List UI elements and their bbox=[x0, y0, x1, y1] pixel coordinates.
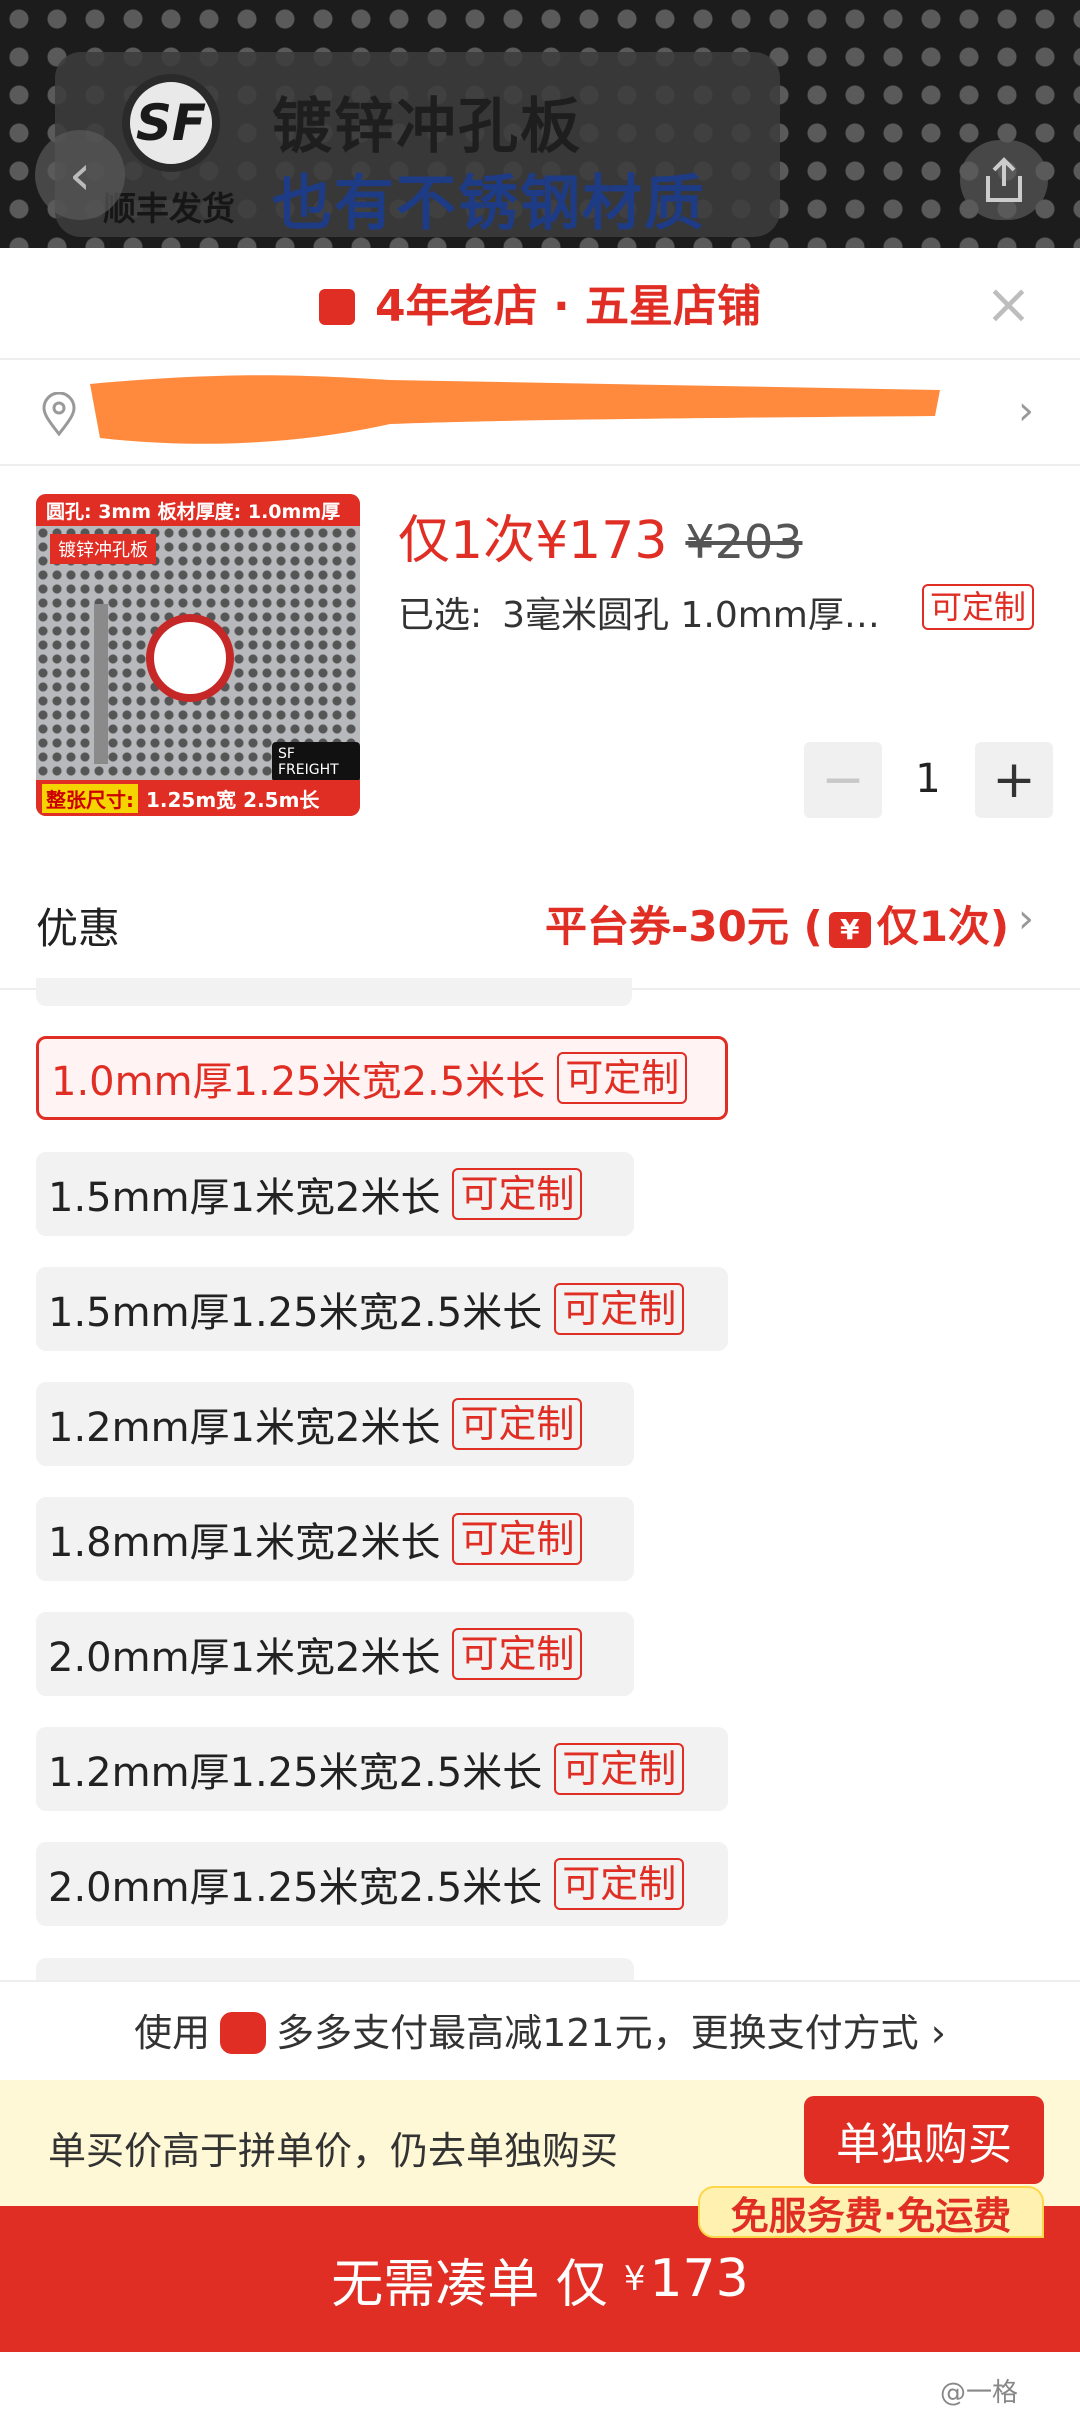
product-thumbnail[interactable]: 圆孔: 3mm 板材厚度: 1.0mm厚 镀锌冲孔板 SF FREIGHT 整张… bbox=[36, 494, 360, 816]
back-button[interactable]: ‹ bbox=[35, 130, 125, 220]
customizable-tag: 可定制 bbox=[452, 1398, 583, 1450]
redacted-address bbox=[90, 375, 940, 444]
caliper-image bbox=[94, 604, 108, 764]
sku-option-label: 1.2mm厚1.25米宽2.5米长 bbox=[48, 1750, 543, 1796]
thumb-size-val: 1.25m宽 2.5m长 bbox=[146, 787, 320, 812]
divider bbox=[0, 358, 1080, 360]
sf-logo-text: 顺丰发货 bbox=[103, 189, 235, 228]
sku-option[interactable]: 1.5mm厚1.25米宽2.5米长 可定制 bbox=[36, 1267, 728, 1351]
payment-offer: 多多支付最高减121元，更换支付方式 bbox=[276, 2011, 919, 2055]
sku-option-label: 1.5mm厚1米宽2米长 bbox=[48, 1175, 441, 1221]
quantity-decrease-button[interactable]: − bbox=[804, 742, 882, 818]
sku-option[interactable]: 1.2mm厚1米宽2米长 可定制 bbox=[36, 1382, 634, 1466]
thumb-label: 镀锌冲孔板 bbox=[50, 534, 156, 564]
sku-option-label: 2.0mm厚1.25米宽2.5米长 bbox=[48, 1865, 543, 1911]
customizable-tag: 可定制 bbox=[452, 1513, 583, 1565]
divider bbox=[0, 464, 1080, 466]
sku-option[interactable]: 2.0mm厚1米宽2米长 可定制 bbox=[36, 1612, 634, 1696]
dial-image bbox=[146, 614, 234, 702]
customizable-tag: 可定制 bbox=[452, 1168, 583, 1220]
share-icon bbox=[986, 157, 1022, 202]
sku-option-label: 1.2mm厚1米宽2米长 bbox=[48, 1405, 441, 1451]
chevron-right-icon: › bbox=[1018, 896, 1034, 942]
chevron-right-icon: › bbox=[1018, 388, 1034, 434]
store-badge-text: 4年老店 · 五星店铺 bbox=[375, 281, 761, 332]
close-icon[interactable]: × bbox=[985, 272, 1032, 337]
quantity-increase-button[interactable]: + bbox=[975, 742, 1053, 818]
selected-sku: 已选: 3毫米圆孔 1.0mm厚… bbox=[398, 586, 880, 638]
thumb-spec-text: 圆孔: 3mm 板材厚度: 1.0mm厚 bbox=[36, 494, 360, 526]
customizable-tag: 可定制 bbox=[554, 1858, 685, 1910]
promo-label: 优惠 bbox=[36, 904, 121, 953]
checkout-yen: ¥ bbox=[623, 2259, 646, 2299]
selected-label: 已选: bbox=[398, 595, 483, 636]
promo-value-prefix: 平台券-30元 ( bbox=[545, 902, 823, 951]
checkout-text: 无需凑单 仅 bbox=[331, 2254, 608, 2315]
price-original: ¥203 bbox=[685, 515, 803, 569]
buy-alone-button[interactable]: 单独购买 bbox=[804, 2096, 1044, 2184]
thumb-size-text: 整张尺寸: 1.25m宽 2.5m长 bbox=[36, 780, 360, 816]
sku-option-label: 1.8mm厚1米宽2米长 bbox=[48, 1520, 441, 1566]
promo-value-suffix: 仅1次) bbox=[876, 902, 1010, 951]
payment-text[interactable]: 使用 多多支付最高减121元，更换支付方式 › bbox=[0, 2002, 1080, 2057]
chevron-right-icon: › bbox=[930, 2011, 946, 2055]
sku-option-label: 1.5mm厚1.25米宽2.5米长 bbox=[48, 1290, 543, 1336]
customizable-tag: 可定制 bbox=[557, 1052, 688, 1104]
quantity-value[interactable]: 1 bbox=[900, 756, 956, 802]
duoduo-pay-icon bbox=[220, 2012, 267, 2054]
banner-subtitle: 也有不锈钢材质 bbox=[272, 169, 706, 239]
store-icon bbox=[319, 289, 356, 325]
sf-logo-icon: SF bbox=[122, 74, 220, 172]
customizable-tag: 可定制 bbox=[554, 1283, 685, 1335]
sku-option[interactable]: 1.2mm厚1.25米宽2.5米长 可定制 bbox=[36, 1727, 728, 1811]
sku-option-partial[interactable] bbox=[36, 978, 632, 1006]
banner-title: 镀锌冲孔板 bbox=[272, 92, 582, 162]
customizable-tag: 可定制 bbox=[452, 1628, 583, 1680]
selected-value: 3毫米圆孔 1.0mm厚… bbox=[502, 595, 880, 636]
sku-option[interactable]: 1.8mm厚1米宽2米长 可定制 bbox=[36, 1497, 634, 1581]
promo-value[interactable]: 平台券-30元 (¥ 仅1次) bbox=[545, 893, 1009, 954]
payment-use-label: 使用 bbox=[134, 2011, 211, 2055]
chevron-left-icon: ‹ bbox=[68, 142, 92, 208]
yen-icon: ¥ bbox=[828, 912, 871, 948]
checkout-amount: 173 bbox=[649, 2249, 749, 2309]
sku-option-partial[interactable] bbox=[36, 1958, 634, 1982]
watermark: @一格 bbox=[940, 2378, 1019, 2408]
sku-option-label: 2.0mm厚1米宽2米长 bbox=[48, 1635, 441, 1681]
thumb-sf-badge: SF FREIGHT bbox=[272, 742, 360, 782]
sku-option-label: 1.0mm厚1.25米宽2.5米长 bbox=[51, 1059, 546, 1105]
sku-option[interactable]: 2.0mm厚1.25米宽2.5米长 可定制 bbox=[36, 1842, 728, 1926]
thumb-size-key: 整张尺寸: bbox=[42, 783, 138, 813]
share-button[interactable] bbox=[960, 140, 1048, 220]
price-current: 仅1次¥173 bbox=[398, 511, 668, 571]
free-fee-badge: 免服务费·免运费 bbox=[698, 2186, 1044, 2238]
buy-alone-hint: 单买价高于拼单价，仍去单独购买 bbox=[48, 2129, 619, 2173]
sku-option-selected[interactable]: 1.0mm厚1.25米宽2.5米长 可定制 bbox=[36, 1036, 728, 1120]
customizable-tag: 可定制 bbox=[554, 1743, 685, 1795]
location-pin-icon bbox=[42, 392, 76, 436]
price: 仅1次¥173 ¥203 bbox=[398, 498, 803, 573]
customizable-tag: 可定制 bbox=[922, 584, 1035, 630]
sku-option[interactable]: 1.5mm厚1米宽2米长 可定制 bbox=[36, 1152, 634, 1236]
store-badge: 4年老店 · 五星店铺 bbox=[0, 270, 1080, 334]
